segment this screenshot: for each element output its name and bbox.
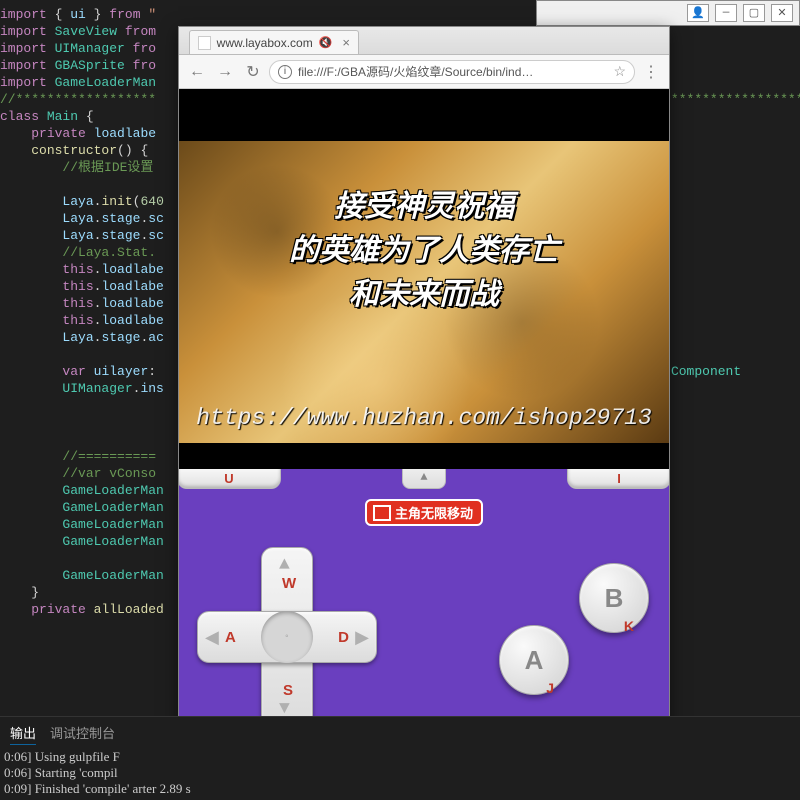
menu-icon[interactable]: ⋮ bbox=[639, 60, 663, 84]
b-button-key: K bbox=[624, 618, 634, 634]
story-line-2: 的英雄为了人类存亡 bbox=[179, 229, 669, 273]
browser-content: 接受神灵祝福 的英雄为了人类存亡 和未来而战 https://www.huzha… bbox=[179, 89, 669, 770]
window-titlebar: 👤 — ▢ ✕ bbox=[536, 0, 800, 26]
terminal-line: 0:09] Finished 'compile' arter 2.89 s bbox=[0, 781, 800, 797]
output-tab[interactable]: 输出 bbox=[10, 723, 36, 745]
reload-button[interactable]: ↻ bbox=[241, 60, 265, 84]
center-toggle[interactable]: ▲ bbox=[402, 469, 446, 489]
watermark-url: https://www.huzhan.com/ishop29713 bbox=[179, 405, 669, 431]
site-info-icon[interactable]: i bbox=[278, 65, 292, 79]
user-icon[interactable]: 👤 bbox=[687, 4, 709, 22]
url-text: file:///F:/GBA源码/火焰纹章/Source/bin/ind… bbox=[298, 63, 533, 80]
terminal-line: 0:06] Starting 'compil bbox=[0, 765, 800, 781]
terminal-tabs: 输出 调试控制台 bbox=[0, 721, 800, 749]
a-button-label: A bbox=[525, 645, 544, 676]
close-tab-icon[interactable]: × bbox=[342, 35, 350, 50]
dpad-right-arrow-icon: ▶ bbox=[355, 627, 369, 649]
back-button[interactable]: ← bbox=[185, 60, 209, 84]
dpad-a-label: A bbox=[225, 629, 236, 646]
shoulder-r-button[interactable]: I bbox=[567, 469, 669, 489]
b-button-label: B bbox=[605, 583, 624, 614]
terminal-line: 0:06] Using gulpfile F bbox=[0, 749, 800, 765]
a-button-key: J bbox=[546, 680, 554, 696]
letterbox-top bbox=[179, 89, 669, 141]
game-screen: 接受神灵祝福 的英雄为了人类存亡 和未来而战 https://www.huzha… bbox=[179, 141, 669, 443]
b-button[interactable]: B K bbox=[579, 563, 649, 633]
forward-button[interactable]: → bbox=[213, 60, 237, 84]
dpad-s-label: S bbox=[283, 682, 293, 699]
dpad-up-arrow-icon: ▲ bbox=[279, 555, 290, 575]
dpad-d-label: D bbox=[338, 629, 349, 646]
story-line-1: 接受神灵祝福 bbox=[179, 185, 669, 229]
tab-title: www.layabox.com bbox=[217, 36, 313, 50]
cheat-label: 主角无限移动 bbox=[395, 503, 473, 522]
mute-icon[interactable]: 🔇 bbox=[319, 36, 333, 49]
browser-tab[interactable]: www.layabox.com 🔇 × bbox=[189, 30, 359, 54]
shoulder-l-button[interactable]: U bbox=[179, 469, 281, 489]
letterbox-bottom bbox=[179, 443, 669, 469]
story-line-3: 和未来而战 bbox=[179, 273, 669, 317]
a-button[interactable]: A J bbox=[499, 625, 569, 695]
close-window-button[interactable]: ✕ bbox=[771, 4, 793, 22]
minimize-button[interactable]: — bbox=[715, 4, 737, 22]
cheat-badge[interactable]: 主角无限移动 bbox=[365, 499, 483, 526]
url-field[interactable]: i file:///F:/GBA源码/火焰纹章/Source/bin/ind… … bbox=[269, 60, 635, 84]
browser-tabbar: www.layabox.com 🔇 × bbox=[179, 27, 669, 55]
browser-window: www.layabox.com 🔇 × ← → ↻ i file:///F:/G… bbox=[178, 26, 670, 771]
dpad-left-arrow-icon: ◀ bbox=[205, 627, 219, 649]
maximize-button[interactable]: ▢ bbox=[743, 4, 765, 22]
game-story-text: 接受神灵祝福 的英雄为了人类存亡 和未来而战 bbox=[179, 185, 669, 317]
dpad-w-label: W bbox=[282, 575, 296, 592]
dpad[interactable]: ◦ ▲ ▼ ◀ ▶ W S A D bbox=[197, 547, 377, 727]
bookmark-star-icon[interactable]: ☆ bbox=[613, 63, 626, 80]
debug-console-tab[interactable]: 调试控制台 bbox=[50, 723, 115, 745]
terminal-panel[interactable]: 输出 调试控制台 0:06] Using gulpfile F 0:06] St… bbox=[0, 716, 800, 800]
tab-favicon bbox=[198, 36, 211, 50]
dpad-center: ◦ bbox=[261, 611, 313, 663]
address-bar: ← → ↻ i file:///F:/GBA源码/火焰纹章/Source/bin… bbox=[179, 55, 669, 89]
